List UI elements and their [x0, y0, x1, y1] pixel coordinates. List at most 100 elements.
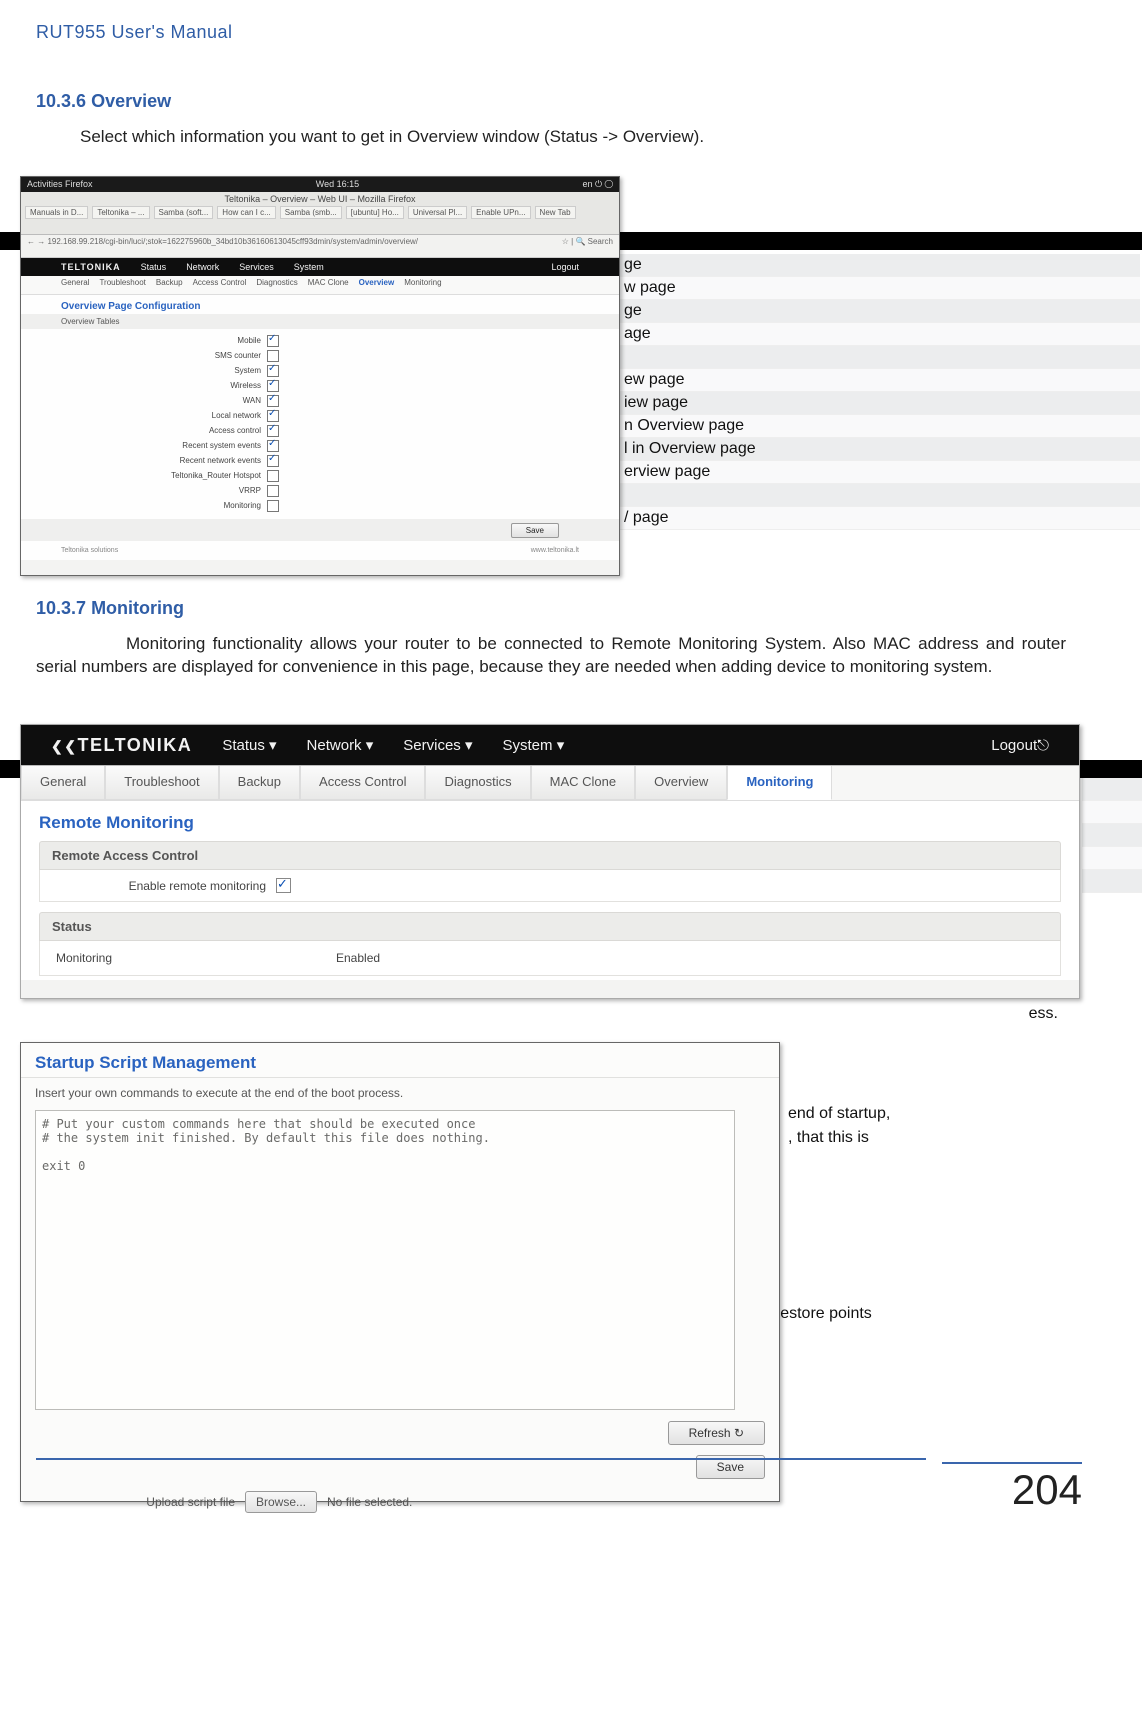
os-form-row: SMS counter	[21, 348, 619, 363]
os-topbar-left: Activities Firefox	[27, 179, 93, 190]
dropdown-icon: ▾	[269, 737, 277, 754]
refresh-label: Refresh	[689, 1426, 731, 1440]
subnav-monitoring[interactable]: Monitoring	[727, 766, 832, 800]
refresh-button[interactable]: Refresh ↻	[668, 1421, 765, 1445]
dropdown-icon: ▾	[366, 737, 374, 754]
checkbox-enable-remote-monitoring[interactable]	[276, 878, 291, 893]
subnav-mac-clone[interactable]: MAC Clone	[531, 766, 635, 800]
startup-script-screenshot: Startup Script Management Insert your ow…	[20, 1042, 780, 1502]
menu-status[interactable]: Status	[141, 262, 167, 272]
section-1036-number: 10.3.6	[36, 91, 86, 111]
save-button[interactable]: Save	[511, 523, 559, 538]
subnav-general[interactable]: General	[61, 278, 89, 292]
os-tab[interactable]: New Tab	[535, 206, 576, 219]
os-tab[interactable]: Samba (smb...	[280, 206, 342, 219]
os-topbar-right: en ⏻ ◯	[582, 179, 613, 190]
section-1036-title: Overview	[91, 91, 171, 111]
menu-status[interactable]: Status ▾	[222, 736, 276, 754]
mon-body: Remote Monitoring Remote Access Control …	[21, 801, 1079, 980]
os-form: Mobile SMS counter System Wireless WAN L…	[21, 329, 619, 519]
subnav-overview[interactable]: Overview	[359, 278, 395, 292]
subnav-monitoring[interactable]: Monitoring	[404, 278, 441, 292]
os-form-row: Wireless	[21, 378, 619, 393]
os-form-row: Mobile	[21, 333, 619, 348]
subnav-access-control[interactable]: Access Control	[300, 766, 425, 800]
row-label: Teltonika_Router Hotspot	[21, 471, 267, 480]
row-label: Recent network events	[21, 456, 267, 465]
os-tab[interactable]: [ubuntu] Ho...	[346, 206, 404, 219]
logout-button[interactable]: Logout⎋	[991, 737, 1049, 754]
pl-row: erview page	[620, 461, 1140, 484]
mon-acc-body: Enable remote monitoring	[39, 870, 1061, 902]
checkbox-wireless[interactable]	[267, 380, 279, 392]
os-footer-left: Teltonika solutions	[61, 547, 118, 554]
checkbox-sms-counter[interactable]	[267, 350, 279, 362]
row-label: WAN	[21, 396, 267, 405]
checkbox-monitoring[interactable]	[267, 500, 279, 512]
section-1036-body: Select which information you want to get…	[36, 126, 1062, 149]
section-1037-body: Monitoring functionality allows your rou…	[36, 633, 1066, 679]
os-footer-right: www.teltonika.lt	[531, 547, 579, 554]
subnav-diagnostics[interactable]: Diagnostics	[256, 278, 297, 292]
subnav-diagnostics[interactable]: Diagnostics	[425, 766, 530, 800]
pl-row	[620, 346, 1140, 369]
menu-network[interactable]: Network ▾	[307, 736, 374, 754]
mon-status-body: Monitoring Enabled	[39, 941, 1061, 976]
checkbox-wan[interactable]	[267, 395, 279, 407]
checkbox-recent-system-events[interactable]	[267, 440, 279, 452]
ssm-upload-row: Upload script file Browse... No file sel…	[21, 1485, 779, 1519]
page-number: 204	[942, 1462, 1082, 1514]
subnav-backup[interactable]: Backup	[156, 278, 183, 292]
menu-label: Network	[307, 737, 362, 754]
os-section-label: Overview Tables	[21, 314, 619, 329]
row-label: Monitoring	[21, 501, 267, 510]
subnav-mac-clone[interactable]: MAC Clone	[308, 278, 349, 292]
subnav-troubleshoot[interactable]: Troubleshoot	[105, 766, 218, 800]
ssm-textarea[interactable]	[35, 1110, 735, 1410]
checkbox-local-network[interactable]	[267, 410, 279, 422]
menu-system[interactable]: System	[294, 262, 324, 272]
ssm-title: Startup Script Management	[21, 1043, 779, 1078]
os-topbar: Activities Firefox Wed 16:15 en ⏻ ◯	[21, 177, 619, 192]
os-tab[interactable]: Teltonika – ...	[92, 206, 149, 219]
os-form-row: Recent network events	[21, 453, 619, 468]
checkbox-recent-network-events[interactable]	[267, 455, 279, 467]
row-label: SMS counter	[21, 351, 267, 360]
os-tab[interactable]: Enable UPn...	[471, 206, 530, 219]
mon-acc-label: Enable remote monitoring	[56, 879, 266, 893]
menu-system[interactable]: System ▾	[503, 736, 565, 754]
menu-services[interactable]: Services ▾	[403, 736, 472, 754]
browse-button[interactable]: Browse...	[245, 1491, 317, 1513]
os-form-row: Recent system events	[21, 438, 619, 453]
mon-page-title: Remote Monitoring	[39, 813, 1061, 833]
checkbox-hotspot[interactable]	[267, 470, 279, 482]
logo-text: TELTONIKA	[77, 735, 192, 755]
subnav-overview[interactable]: Overview	[635, 766, 727, 800]
subnav-access-control[interactable]: Access Control	[193, 278, 247, 292]
subnav-general[interactable]: General	[21, 766, 105, 800]
os-tab[interactable]: Universal Pl...	[408, 206, 467, 219]
os-topbar-center: Wed 16:15	[316, 179, 359, 190]
logout-icon: ⎋	[1037, 737, 1049, 754]
os-tab[interactable]: Manuals in D...	[25, 206, 88, 219]
monitoring-screenshot: ❮❮TELTONIKA Status ▾ Network ▾ Services …	[20, 724, 1080, 999]
checkbox-vrrp[interactable]	[267, 485, 279, 497]
checkbox-system[interactable]	[267, 365, 279, 377]
menu-label: Status	[222, 737, 265, 754]
menu-network[interactable]: Network	[186, 262, 219, 272]
subnav-backup[interactable]: Backup	[219, 766, 300, 800]
subnav-troubleshoot[interactable]: Troubleshoot	[99, 278, 145, 292]
checkbox-access-control[interactable]	[267, 425, 279, 437]
os-tab[interactable]: Samba (soft...	[154, 206, 214, 219]
menu-services[interactable]: Services	[239, 262, 274, 272]
logout-button[interactable]: Logout	[551, 262, 579, 272]
pl-row: / page	[620, 507, 1140, 530]
checkbox-mobile[interactable]	[267, 335, 279, 347]
teltonika-logo: ❮❮TELTONIKA	[51, 735, 192, 756]
logout-label: Logout	[991, 737, 1037, 754]
os-address-bar[interactable]: ← → 192.168.99.218/cgi-bin/luci/;stok=16…	[21, 235, 619, 258]
pl-row	[1082, 824, 1142, 847]
partial-table-1: ge w page ge age ew page iew page n Over…	[620, 254, 1140, 530]
section-1037-title: Monitoring	[91, 598, 184, 618]
os-tab[interactable]: How can I c...	[217, 206, 275, 219]
